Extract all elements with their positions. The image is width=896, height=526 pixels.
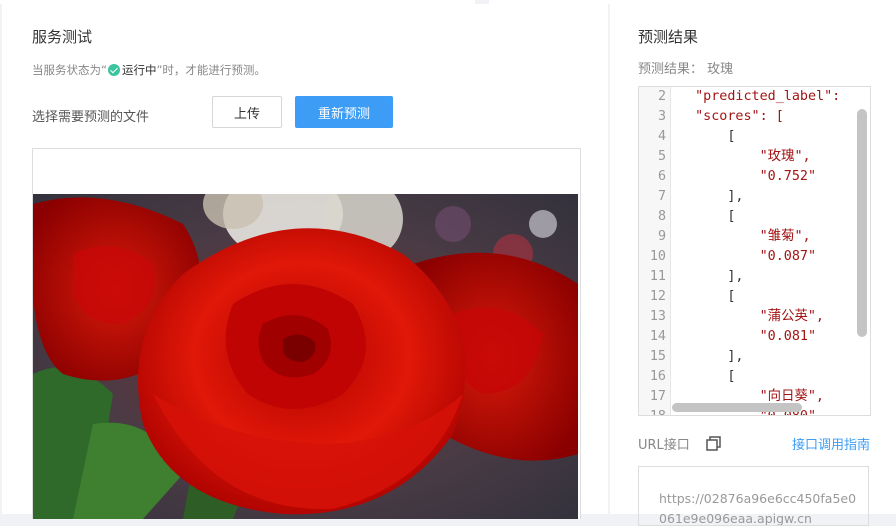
code-content: [ (671, 129, 735, 144)
line-number: 9 (639, 227, 671, 247)
code-content: [ (671, 209, 735, 224)
hint-prefix: 当服务状态为“ (32, 63, 107, 77)
prediction-summary: 预测结果： 玫瑰 (638, 58, 733, 77)
code-line: 10 "0.087" (639, 247, 870, 267)
code-text: "玫瑰", (759, 149, 811, 164)
code-text: "蒲公英", (759, 309, 824, 324)
code-line: 4 [ (639, 127, 870, 147)
hint-suffix: ”时，才能进行预测。 (156, 63, 266, 77)
code-line: 8 [ (639, 207, 870, 227)
code-text: "雏菊", (759, 229, 811, 244)
api-guide-link[interactable]: 接口调用指南 (792, 434, 870, 453)
code-text: [ (727, 369, 736, 384)
line-number: 14 (639, 327, 671, 347)
code-content: "向日葵", (671, 389, 824, 404)
check-circle-icon (107, 64, 120, 76)
code-line: 15 ], (639, 347, 870, 367)
line-number: 5 (639, 147, 671, 167)
horizontal-scrollbar[interactable] (672, 403, 802, 412)
code-line: 13 "蒲公英", (639, 307, 870, 327)
code-line: 6 "0.752" (639, 167, 870, 187)
line-number: 18 (639, 407, 671, 415)
code-text: [ (727, 209, 736, 224)
line-number: 10 (639, 247, 671, 267)
code-content: [ (671, 369, 735, 384)
code-line: 16 [ (639, 367, 870, 387)
line-number: 15 (639, 347, 671, 367)
code-line: 2 "predicted_label": (639, 87, 870, 107)
upload-button[interactable]: 上传 (212, 96, 282, 128)
code-line: 7 ], (639, 187, 870, 207)
image-preview (32, 148, 581, 519)
service-test-panel: 服务测试 当服务状态为“ 运行中 ”时，才能进行预测。 选择需要预测的文件 上传… (2, 4, 608, 519)
code-line: 9 "雏菊", (639, 227, 870, 247)
code-content: ], (671, 349, 744, 364)
code-line: 11 ], (639, 267, 870, 287)
code-text: "0.081" (759, 329, 817, 344)
line-number: 6 (639, 167, 671, 187)
line-number: 7 (639, 187, 671, 207)
line-number: 3 (639, 107, 671, 127)
code-text: "predicted_label": (695, 89, 841, 104)
url-value: https://02876a96e6cc450fa5e0061e9e096eaa… (659, 491, 857, 526)
code-content: "0.081" (671, 329, 816, 344)
code-lines: 2 "predicted_label": 3 "scores": [4 [5 "玫… (639, 87, 870, 415)
vertical-scrollbar[interactable] (857, 109, 867, 337)
code-content: "玫瑰", (671, 149, 811, 164)
code-text: ], (727, 269, 744, 284)
line-number: 8 (639, 207, 671, 227)
code-text: "scores": [ (695, 109, 784, 124)
code-text: [ (727, 129, 736, 144)
code-content: "scores": [ (671, 109, 784, 124)
code-content: ], (671, 269, 744, 284)
code-line: 12 [ (639, 287, 870, 307)
status-hint: 当服务状态为“ 运行中 ”时，才能进行预测。 (32, 62, 266, 78)
prediction-result-panel: 预测结果 预测结果： 玫瑰 2 "predicted_label": 3 "sco… (610, 4, 896, 526)
line-number: 11 (639, 267, 671, 287)
code-text: ], (727, 189, 744, 204)
code-line: 5 "玫瑰", (639, 147, 870, 167)
code-content: "0.752" (671, 169, 816, 184)
url-api-label: URL接口 (638, 438, 690, 453)
code-content: ], (671, 189, 744, 204)
code-line: 3 "scores": [ (639, 107, 870, 127)
line-number: 13 (639, 307, 671, 327)
code-text: "向日葵", (759, 389, 824, 404)
line-number: 2 (639, 87, 671, 107)
code-content: "雏菊", (671, 229, 811, 244)
url-field[interactable]: https://02876a96e6cc450fa5e0061e9e096eaa… (638, 466, 869, 526)
prediction-summary-value: 玫瑰 (707, 62, 734, 77)
code-content: "0.087" (671, 249, 816, 264)
code-text: "0.752" (759, 169, 817, 184)
line-number: 16 (639, 367, 671, 387)
line-number: 12 (639, 287, 671, 307)
prediction-result-title: 预测结果 (638, 28, 699, 46)
line-number: 4 (639, 127, 671, 147)
code-text: [ (727, 289, 736, 304)
repredict-button[interactable]: 重新预测 (295, 96, 393, 128)
result-json-viewer[interactable]: 2 "predicted_label": 3 "scores": [4 [5 "玫… (638, 86, 871, 416)
line-number: 17 (639, 387, 671, 407)
code-content: "predicted_label": (671, 89, 840, 104)
file-select-label: 选择需要预测的文件 (32, 110, 150, 125)
code-line: 14 "0.081" (639, 327, 870, 347)
prediction-summary-label: 预测结果： (638, 62, 704, 77)
rose-image (33, 194, 578, 519)
code-text: "0.087" (759, 249, 817, 264)
code-content: [ (671, 289, 735, 304)
service-test-title: 服务测试 (32, 28, 93, 46)
code-text: ], (727, 349, 744, 364)
code-content: "蒲公英", (671, 309, 824, 324)
copy-icon[interactable] (706, 436, 721, 451)
hint-status: 运行中 (121, 63, 157, 77)
